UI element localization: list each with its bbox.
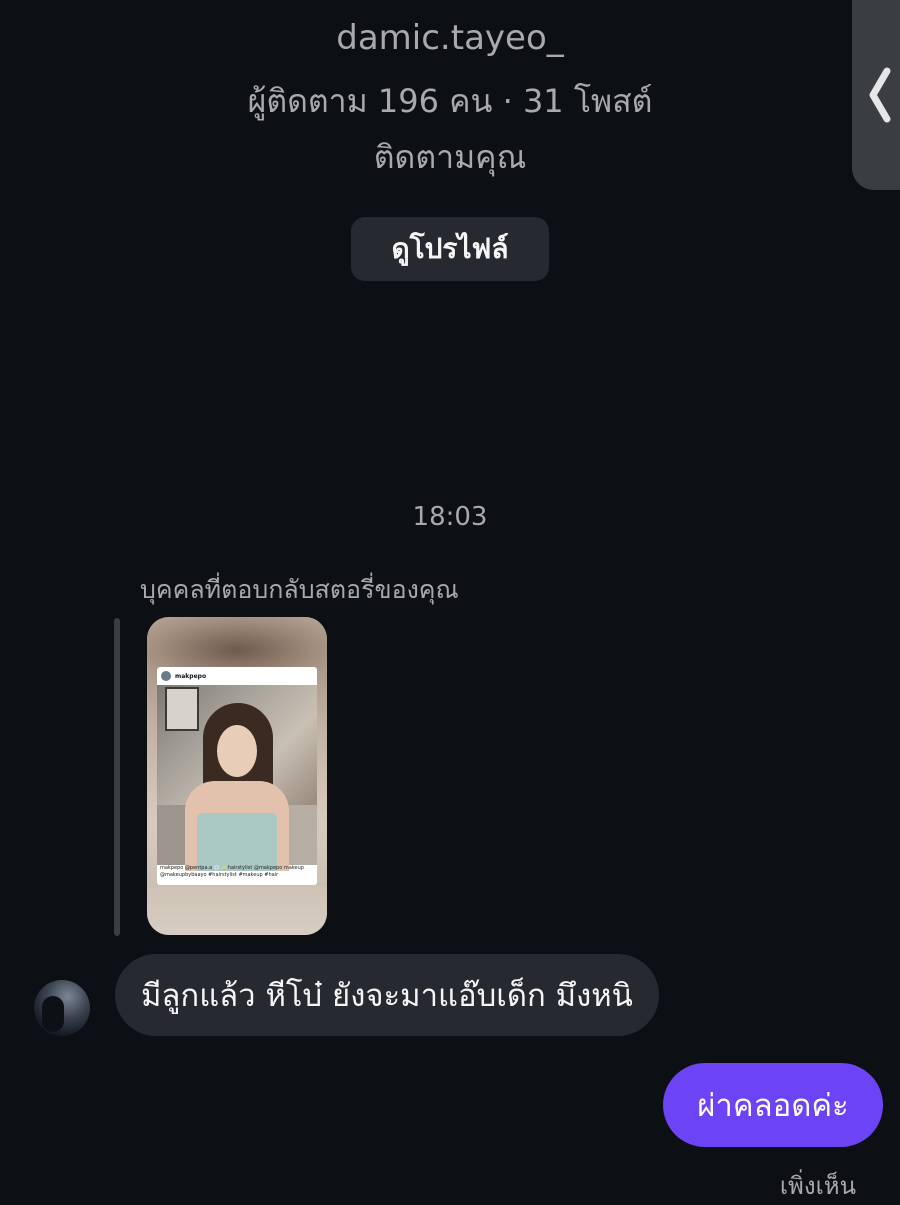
photo-sofa-left <box>157 805 187 865</box>
photo-sofa-right <box>287 805 317 865</box>
photo-top <box>197 813 277 871</box>
incoming-message-bubble[interactable]: มีลูกแล้ว หีโบ๋ ยังจะมาแอ๊บเด็ก มึงหนิ <box>115 954 659 1036</box>
side-panel-handle[interactable] <box>852 0 900 190</box>
post-avatar <box>161 671 171 681</box>
view-profile-button[interactable]: ดูโปรไฟล์ <box>351 217 549 281</box>
profile-stats: ผู้ติดตาม 196 คน · 31 โพสต์ <box>247 82 653 120</box>
follows-you-label: ติดตามคุณ <box>373 138 527 176</box>
post-header: makpepo <box>157 667 317 685</box>
post-photo <box>157 685 317 871</box>
chevron-left-icon <box>869 67 891 123</box>
shared-post-card: makpepo makpepo @pentpa.a 💿✨ hairstylist… <box>157 667 317 885</box>
reply-quote-bar <box>114 618 120 936</box>
outgoing-message-bubble[interactable]: ผ่าคลอดค่ะ <box>663 1063 883 1147</box>
story-blur-bottom <box>147 887 327 935</box>
post-username: makpepo <box>175 672 207 680</box>
photo-wall-frame <box>165 687 199 731</box>
profile-username: damic.tayeo_ <box>336 18 564 58</box>
message-timestamp: 18:03 <box>412 502 488 532</box>
avatar-silhouette <box>42 996 64 1032</box>
sender-avatar[interactable] <box>34 980 90 1036</box>
story-thumbnail[interactable]: makpepo makpepo @pentpa.a 💿✨ hairstylist… <box>147 617 327 935</box>
story-reply-label: บุคคลที่ตอบกลับสตอรี่ของคุณ <box>140 575 459 604</box>
seen-status: เพิ่งเห็น <box>779 1172 856 1200</box>
photo-face <box>217 725 257 777</box>
post-caption: makpepo @pentpa.a 💿✨ hairstylist @makpep… <box>160 865 304 878</box>
story-blur-top <box>147 617 327 672</box>
